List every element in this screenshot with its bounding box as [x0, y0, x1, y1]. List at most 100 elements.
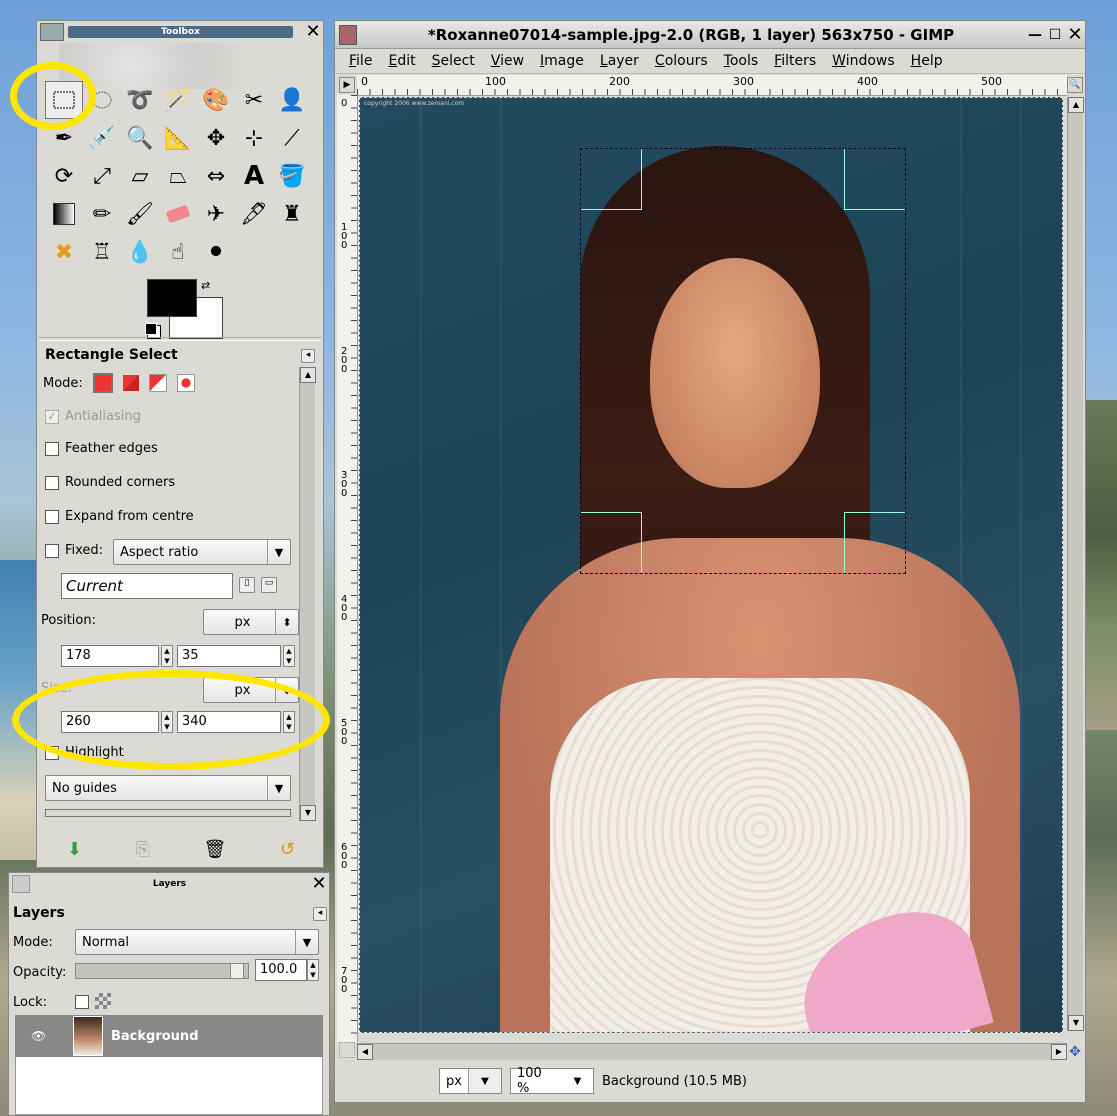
scissors-tool-icon[interactable]: ✂ [235, 81, 273, 119]
selection-handle[interactable] [581, 512, 642, 573]
swap-colors-icon[interactable]: ⇄ [201, 279, 210, 292]
image-canvas[interactable]: copyright 2006 www.zemani.com [359, 97, 1063, 1033]
perspective-clone-tool-icon[interactable]: ♖ [83, 233, 121, 271]
mode-subtract-icon[interactable] [148, 374, 167, 392]
scroll-down-icon[interactable]: ▼ [300, 805, 316, 821]
pencil-tool-icon[interactable]: ✏ [83, 195, 121, 233]
fixed-mode-select[interactable]: Aspect ratio ▼ [113, 539, 291, 565]
highlight-checkbox[interactable] [45, 745, 59, 760]
zoom-tool-icon[interactable]: 🔍 [121, 119, 159, 157]
text-tool-icon[interactable]: A [235, 157, 273, 195]
scroll-up-icon[interactable]: ▲ [1068, 97, 1084, 113]
gimp-app-icon[interactable] [339, 24, 357, 45]
ellipse-select-tool-icon[interactable] [83, 81, 121, 119]
size-width-input[interactable]: 260 [61, 711, 159, 733]
menu-windows[interactable]: Windows [832, 53, 895, 69]
scale-tool-icon[interactable]: ⤢ [83, 157, 121, 195]
airbrush-tool-icon[interactable]: ✈ [197, 195, 235, 233]
canvas-horizontal-scrollbar[interactable]: ◀ ▶ [357, 1043, 1067, 1060]
ink-tool-icon[interactable]: 🖋 [235, 195, 273, 233]
crop-tool-icon[interactable]: ⟋ [273, 119, 311, 157]
move-tool-icon[interactable]: ✥ [197, 119, 235, 157]
shear-tool-icon[interactable]: ▱ [121, 157, 159, 195]
measure-tool-icon[interactable]: 📐 [159, 119, 197, 157]
rounded-corners-row[interactable]: Rounded corners [45, 475, 175, 490]
toolbox-titlebar[interactable]: Toolbox ✕ [37, 21, 323, 43]
foreground-color-swatch[interactable] [147, 279, 197, 317]
menu-edit[interactable]: Edit [388, 53, 415, 69]
layer-mode-select[interactable]: Normal ▼ [75, 929, 319, 955]
foreground-select-tool-icon[interactable]: 👤 [273, 81, 311, 119]
dodge-burn-tool-icon[interactable]: ⚫ [197, 233, 235, 271]
window-menu-icon[interactable] [12, 875, 30, 893]
fixed-value-input[interactable]: Current [61, 573, 233, 599]
horizontal-ruler[interactable]: 0 100 200 300 400 500 [357, 75, 1067, 96]
scroll-right-icon[interactable]: ▶ [1051, 1044, 1067, 1060]
expand-from-centre-checkbox[interactable] [45, 509, 59, 524]
menu-layer[interactable]: Layer [600, 53, 639, 69]
opacity-spinner[interactable]: ▲ ▼ [307, 959, 319, 981]
fixed-checkbox[interactable] [45, 543, 59, 558]
image-window-titlebar[interactable]: *Roxanne07014-sample.jpg-2.0 (RGB, 1 lay… [335, 21, 1085, 49]
opacity-slider[interactable] [75, 963, 249, 979]
tab-menu-icon[interactable]: ◂ [313, 907, 327, 921]
default-colors-icon[interactable] [145, 323, 157, 335]
eraser-tool-icon[interactable] [159, 195, 197, 233]
flip-tool-icon[interactable]: ⇔ [197, 157, 235, 195]
size-height-spinner[interactable]: ▲ ▼ [283, 711, 295, 733]
reset-options-icon[interactable]: ↺ [280, 839, 295, 860]
feather-edges-row[interactable]: Feather edges [45, 441, 158, 456]
tab-menu-icon[interactable]: ◂ [301, 349, 315, 363]
size-unit-select[interactable]: px ⬍ [203, 677, 299, 703]
opacity-input[interactable]: 100.0 [255, 959, 307, 981]
color-picker-tool-icon[interactable]: 💉 [83, 119, 121, 157]
layers-titlebar[interactable]: Layers ✕ [9, 873, 329, 895]
close-icon[interactable]: ✕ [303, 23, 323, 41]
rounded-corners-checkbox[interactable] [45, 475, 59, 490]
clone-tool-icon[interactable]: ♜ [273, 195, 311, 233]
eye-icon[interactable]: 👁 [31, 1029, 46, 1043]
paintbrush-tool-icon[interactable]: 🖌 [121, 195, 159, 233]
maximize-icon[interactable]: ☐ [1045, 26, 1065, 44]
mode-add-icon[interactable] [122, 375, 139, 391]
rectangle-selection[interactable] [580, 148, 906, 574]
menu-tools[interactable]: Tools [724, 53, 759, 69]
vertical-ruler[interactable]: 0 100 200 300 400 500 600 700 [337, 95, 358, 1042]
lock-pixels-checkbox[interactable] [75, 995, 89, 1009]
size-height-input[interactable]: 340 [177, 711, 281, 733]
position-x-spinner[interactable]: ▲ ▼ [161, 645, 173, 667]
canvas-vertical-scrollbar[interactable]: ▲ ▼ [1067, 97, 1084, 1031]
perspective-tool-icon[interactable]: ⏢ [159, 157, 197, 195]
blend-tool-icon[interactable] [45, 195, 83, 233]
close-icon[interactable]: ✕ [309, 875, 329, 893]
quick-mask-toggle-icon[interactable] [339, 1042, 355, 1058]
zoom-select[interactable]: 100 % ▼ [509, 1066, 594, 1096]
menu-file[interactable]: File [349, 53, 372, 69]
scroll-left-icon[interactable]: ◀ [357, 1044, 373, 1060]
scroll-up-icon[interactable]: ▲ [300, 367, 316, 383]
lock-alpha-icon[interactable] [95, 993, 111, 1009]
position-y-spinner[interactable]: ▲ ▼ [283, 645, 295, 667]
mode-intersect-icon[interactable] [176, 374, 195, 392]
guides-select[interactable]: No guides ▼ [45, 775, 291, 801]
menu-filters[interactable]: Filters [774, 53, 816, 69]
blur-tool-icon[interactable]: 💧 [121, 233, 159, 271]
select-by-color-tool-icon[interactable]: 🎨 [197, 81, 235, 119]
close-icon[interactable]: ✕ [1065, 25, 1085, 44]
antialiasing-row[interactable]: ✓ Antialiasing [45, 409, 141, 424]
highlight-row[interactable]: Highlight [45, 745, 124, 760]
feather-edges-checkbox[interactable] [45, 441, 59, 456]
size-width-spinner[interactable]: ▲ ▼ [161, 711, 173, 733]
position-y-input[interactable]: 35 [177, 645, 281, 667]
paths-tool-icon[interactable]: ✒ [45, 119, 83, 157]
portrait-icon[interactable]: ▯ [239, 577, 255, 593]
position-x-input[interactable]: 178 [61, 645, 159, 667]
menu-select[interactable]: Select [432, 53, 475, 69]
save-options-icon[interactable]: ⬇ [67, 839, 82, 860]
mode-replace-icon[interactable] [92, 373, 113, 393]
antialiasing-checkbox[interactable]: ✓ [45, 409, 59, 424]
minimize-icon[interactable]: — [1025, 26, 1045, 44]
layer-row-background[interactable]: 👁 Background [15, 1015, 323, 1057]
window-menu-icon[interactable] [40, 23, 64, 41]
quick-mask-menu-icon[interactable]: ▶ [339, 77, 355, 93]
